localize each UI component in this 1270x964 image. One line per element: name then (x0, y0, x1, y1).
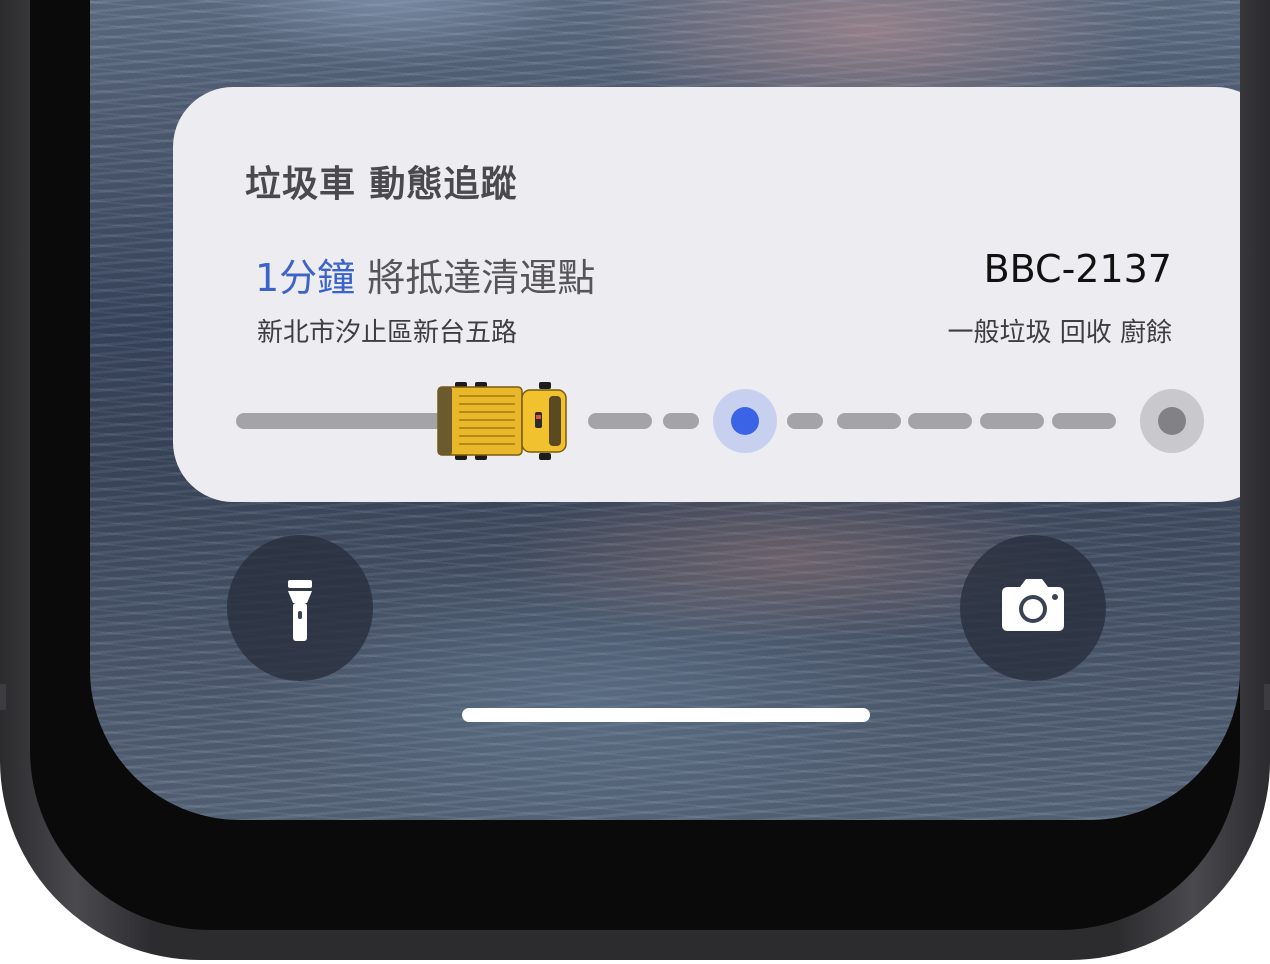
current-stop-dot (731, 407, 759, 435)
route-segment (1052, 413, 1116, 429)
live-activity-card[interactable]: 垃圾車 動態追蹤 1分鐘 將抵達清運點 BBC-2137 新北市汐止區新台五路 … (173, 87, 1240, 502)
camera-button[interactable] (960, 535, 1106, 681)
side-button (1264, 684, 1270, 710)
route-segment (663, 413, 699, 429)
phone-bezel: 垃圾車 動態追蹤 1分鐘 將抵達清運點 BBC-2137 新北市汐止區新台五路 … (30, 0, 1240, 930)
route-segment (588, 413, 652, 429)
camera-icon (1002, 579, 1064, 631)
route-segment (837, 413, 901, 429)
route-segment-travelled (236, 413, 461, 429)
flashlight-icon (288, 580, 312, 641)
route-segment (908, 413, 972, 429)
route-progress (173, 87, 1240, 502)
phone-frame: 垃圾車 動態追蹤 1分鐘 將抵達清運點 BBC-2137 新北市汐止區新台五路 … (0, 0, 1270, 960)
route-segment (980, 413, 1044, 429)
flashlight-button[interactable] (227, 535, 373, 681)
final-stop-dot (1158, 407, 1186, 435)
side-button (0, 684, 6, 710)
garbage-truck-icon (437, 382, 567, 460)
home-indicator[interactable] (462, 708, 870, 722)
lock-screen: 垃圾車 動態追蹤 1分鐘 將抵達清運點 BBC-2137 新北市汐止區新台五路 … (90, 0, 1240, 820)
route-segment (787, 413, 823, 429)
